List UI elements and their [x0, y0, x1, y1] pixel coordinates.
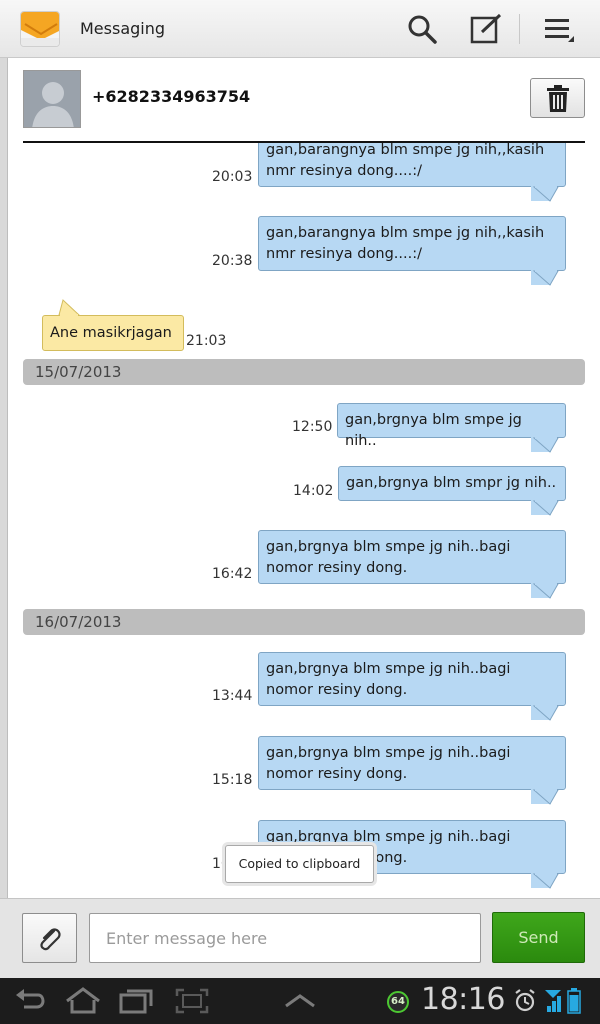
menu-icon: [545, 19, 574, 42]
paperclip-icon: [40, 928, 61, 951]
alarm-icon: [515, 989, 535, 1012]
messaging-app-icon[interactable]: [20, 11, 60, 47]
attach-button[interactable]: [22, 913, 77, 963]
delete-thread-button[interactable]: [530, 78, 585, 118]
home-icon[interactable]: [64, 986, 102, 1016]
battery-icon: [567, 988, 581, 1014]
overflow-menu-button[interactable]: [542, 12, 576, 46]
signal-icon: [545, 990, 561, 1012]
search-button[interactable]: [405, 12, 439, 46]
back-icon[interactable]: [14, 986, 46, 1016]
conversation-list[interactable]: gan,barangnya blm smpe jg nih,,kasih nmr…: [9, 143, 600, 898]
action-bar: Messaging: [0, 0, 600, 58]
search-icon: [408, 15, 437, 44]
send-button[interactable]: Send: [492, 912, 585, 963]
trash-icon: [547, 85, 569, 112]
left-edge: [0, 58, 8, 898]
bubble-tails: [58, 185, 559, 889]
compose-button[interactable]: [469, 12, 503, 46]
recent-apps-icon[interactable]: [118, 986, 156, 1016]
app-title: Messaging: [80, 19, 166, 38]
contact-number: +6282334963754: [92, 87, 251, 106]
contact-avatar[interactable]: [23, 70, 81, 128]
action-bar-divider: [519, 14, 520, 44]
compose-icon: [470, 13, 502, 44]
message-input[interactable]: [89, 913, 481, 963]
notification-badge: 64: [387, 991, 409, 1013]
person-icon: [24, 71, 80, 127]
screenshot-icon[interactable]: [174, 986, 210, 1016]
chevron-up-icon[interactable]: [283, 986, 317, 1016]
status-clock: 18:16: [421, 982, 505, 1017]
copied-toast: Copied to clipboard: [225, 845, 374, 883]
